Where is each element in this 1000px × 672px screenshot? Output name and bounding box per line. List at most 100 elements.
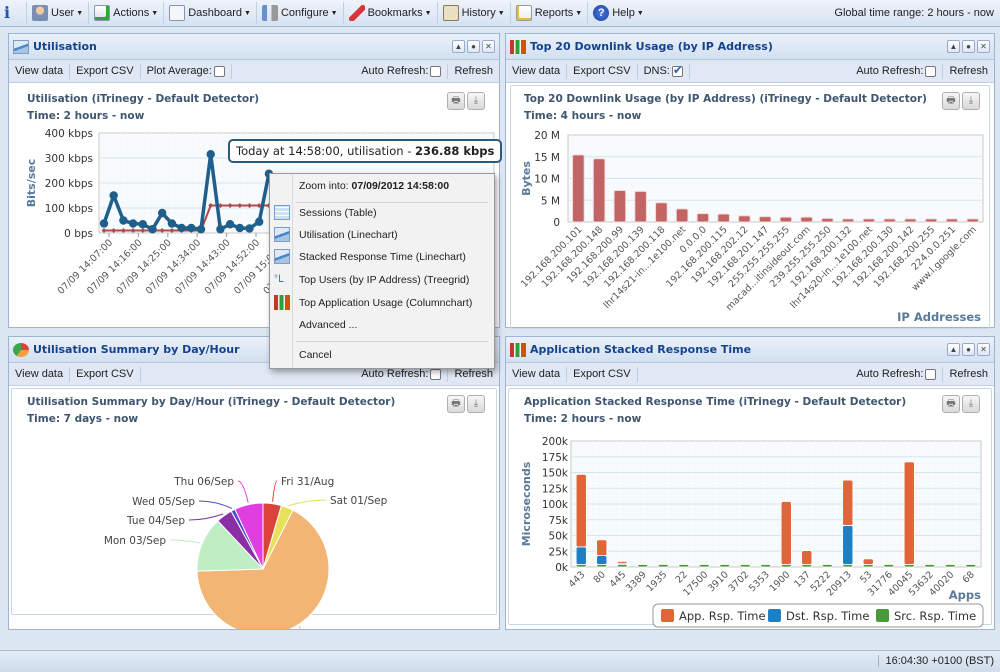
bar-segment <box>780 501 792 565</box>
columnchart-icon <box>274 295 290 310</box>
history-icon <box>442 5 459 21</box>
legend-swatch <box>876 609 889 622</box>
bar <box>841 218 855 223</box>
downlink-bar-chart[interactable]: 05 M10 M15 M20 MBytesIP Addresses192.168… <box>506 83 994 327</box>
menu-item-sessions[interactable]: Sessions (Table) <box>270 203 494 223</box>
y-tick-label: 5 M <box>541 195 560 207</box>
export-csv-button[interactable]: Export CSV <box>70 63 141 79</box>
auto-refresh-checkbox[interactable] <box>430 368 442 380</box>
bar-segment <box>575 546 587 565</box>
menu-reports[interactable]: Reports ▼ <box>509 2 587 24</box>
menu-user[interactable]: User ▼ <box>26 2 88 24</box>
auto-refresh-checkbox[interactable] <box>430 65 442 77</box>
chevron-down-icon: ▼ <box>497 9 505 17</box>
global-time-range[interactable]: Global time range: 2 hours - now <box>834 7 1000 19</box>
y-axis-label: Bits/sec <box>25 159 38 208</box>
x-axis-label: IP Addresses <box>897 310 981 324</box>
dns-checkbox[interactable] <box>671 63 683 78</box>
chevron-down-icon: ▼ <box>151 9 159 17</box>
panel-header[interactable]: Application Stacked Response Time ▲ ● ✕ <box>506 337 994 363</box>
data-point <box>148 225 157 234</box>
menu-help[interactable]: ? Help ▼ <box>587 2 649 24</box>
auto-refresh-toggle[interactable]: Auto Refresh: <box>850 366 944 382</box>
export-csv-button[interactable]: Export CSV <box>70 366 141 382</box>
downlink-panel: Top 20 Downlink Usage (by IP Address) ▲ … <box>505 33 995 329</box>
panel-header[interactable]: Utilisation ▲ ● ✕ <box>9 34 499 60</box>
refresh-button[interactable]: Refresh <box>943 64 994 79</box>
data-point <box>177 223 186 233</box>
data-point <box>206 150 215 159</box>
bar-segment <box>575 473 587 548</box>
menu-item-zoom-into[interactable]: Zoom into: 07/09/2012 14:58:00 <box>270 176 494 196</box>
data-point <box>196 225 206 234</box>
refresh-button[interactable]: Refresh <box>448 64 499 79</box>
menu-bookmarks[interactable]: Bookmarks ▼ <box>342 2 437 24</box>
chevron-down-icon: ▼ <box>244 9 251 17</box>
plot-average-toggle[interactable]: Plot Average: <box>141 63 232 79</box>
bar-segment <box>596 555 608 565</box>
settings-button[interactable]: ● <box>962 343 975 356</box>
menu-item-utilisation[interactable]: Utilisation (Linechart) <box>270 225 494 245</box>
context-menu: Zoom into: 07/09/2012 14:58:00 Sessions … <box>269 173 495 369</box>
y-tick-label: 150k <box>542 468 569 480</box>
y-tick-label: 50k <box>549 531 569 543</box>
close-button[interactable]: ✕ <box>977 40 990 53</box>
columnchart-icon <box>510 342 526 357</box>
menu-dashboard[interactable]: Dashboard ▼ <box>163 2 256 24</box>
auto-refresh-toggle[interactable]: Auto Refresh: <box>355 63 449 79</box>
settings-button[interactable]: ● <box>962 40 975 53</box>
y-tick-label: 300 kbps <box>45 153 93 165</box>
menu-configure[interactable]: Configure ▼ <box>255 2 343 24</box>
view-data-button[interactable]: View data <box>9 63 71 79</box>
export-csv-button[interactable]: Export CSV <box>567 366 638 382</box>
collapse-button[interactable]: ▲ <box>452 40 465 53</box>
menu-item-top-users[interactable]: °ᒪ Top Users (by IP Address) (Treegrid) <box>270 270 494 290</box>
bar <box>924 218 938 223</box>
summary-pie-chart[interactable]: Fri 31/AugSat 01/SepSun 02/SepMon 03/Sep… <box>9 386 499 629</box>
x-tick-label: 5353 <box>747 569 772 594</box>
plot-average-checkbox[interactable] <box>213 65 225 77</box>
piechart-icon <box>13 342 29 357</box>
menu-item-cancel[interactable]: Cancel <box>270 345 494 365</box>
close-button[interactable]: ✕ <box>977 343 990 356</box>
view-data-button[interactable]: View data <box>506 366 568 382</box>
export-csv-button[interactable]: Export CSV <box>567 63 638 79</box>
auto-refresh-toggle[interactable]: Auto Refresh: <box>850 63 944 79</box>
y-tick-label: 75k <box>549 515 569 527</box>
bar <box>800 216 813 223</box>
bar <box>717 213 730 223</box>
bar <box>966 218 979 223</box>
view-data-button[interactable]: View data <box>506 63 568 79</box>
pie-connector <box>198 500 233 509</box>
data-point <box>187 223 196 233</box>
panel-title: Application Stacked Response Time <box>530 343 752 356</box>
x-tick-label: 1935 <box>644 569 669 594</box>
app-logo-icon[interactable]: i <box>4 4 20 22</box>
bar-segment <box>678 564 690 568</box>
pie-connector <box>169 539 201 544</box>
response-stacked-bar-chart[interactable]: 0k 25k 50k 75k 100k 125k 150k 175k 200k Microseco… <box>506 386 994 629</box>
view-data-button[interactable]: View data <box>9 366 71 382</box>
pie-label: Thu 06/Sep <box>173 476 234 488</box>
auto-refresh-checkbox[interactable] <box>925 65 937 77</box>
panel-header[interactable]: Top 20 Downlink Usage (by IP Address) ▲ … <box>506 34 994 60</box>
refresh-button[interactable]: Refresh <box>943 367 994 382</box>
menu-item-top-application[interactable]: Top Application Usage (Columnchart) <box>270 293 494 313</box>
menu-actions[interactable]: Actions ▼ <box>88 2 163 24</box>
y-tick-label: 200 kbps <box>45 178 93 190</box>
pie-connector <box>188 513 224 521</box>
legend-label: App. Rsp. Time <box>679 609 766 623</box>
bar <box>883 218 896 223</box>
menu-item-stacked-response[interactable]: Stacked Response Time (Linechart) <box>270 247 494 267</box>
settings-button[interactable]: ● <box>467 40 480 53</box>
x-tick-label: 443 <box>567 569 588 590</box>
dns-toggle[interactable]: DNS: <box>638 63 690 79</box>
collapse-button[interactable]: ▲ <box>947 343 960 356</box>
collapse-button[interactable]: ▲ <box>947 40 960 53</box>
linechart-icon <box>274 249 290 264</box>
response-panel: Application Stacked Response Time ▲ ● ✕ … <box>505 336 995 630</box>
menu-item-advanced[interactable]: Advanced ... <box>270 315 494 335</box>
close-button[interactable]: ✕ <box>482 40 495 53</box>
auto-refresh-checkbox[interactable] <box>925 368 937 380</box>
menu-history[interactable]: History ▼ <box>436 2 510 24</box>
